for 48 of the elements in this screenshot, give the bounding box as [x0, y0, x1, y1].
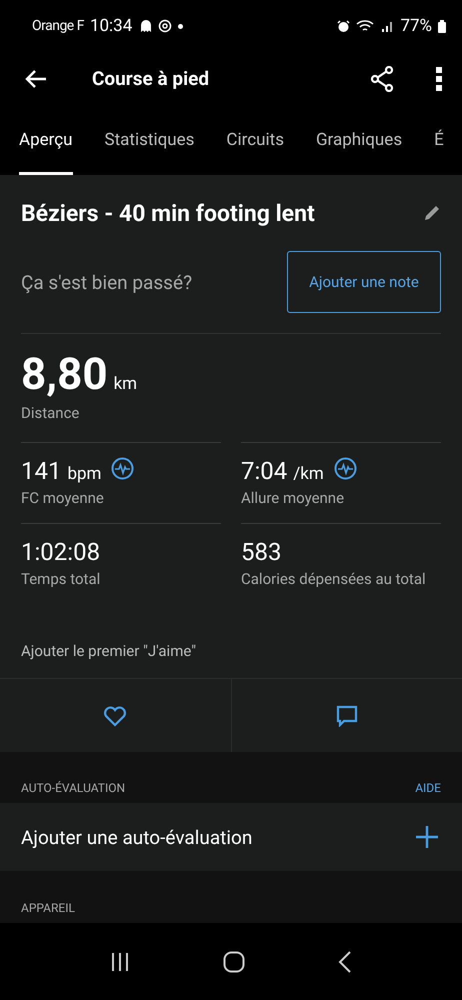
likes-prompt: Ajouter le premier "J'aime": [21, 641, 198, 662]
stat-unit: bpm: [67, 464, 102, 484]
list-item[interactable]: Ajouter une auto-évaluation: [0, 803, 462, 871]
activity-title: Béziers - 40 min footing lent: [21, 200, 315, 226]
stat-value: 583: [241, 538, 282, 566]
alarm-icon: [337, 20, 350, 32]
battery-icon: [438, 20, 446, 32]
stat-label: Calories dépensées au total: [241, 570, 427, 588]
stat-label: FC moyenne: [21, 489, 105, 507]
plus-icon[interactable]: [416, 826, 438, 848]
tab[interactable]: Graphiques: [316, 105, 402, 175]
heartbeat-chart-icon[interactable]: [334, 457, 357, 480]
pencil-icon[interactable]: [423, 204, 441, 222]
distance-value: 8,80: [21, 348, 108, 400]
help-link[interactable]: AIDE: [415, 781, 441, 795]
battery-percent: 77%: [400, 16, 432, 36]
ghost-icon: [140, 19, 152, 33]
add-self-evaluation-label: Ajouter une auto-évaluation: [21, 826, 252, 848]
distance-unit: km: [114, 374, 138, 394]
heartbeat-chart-icon[interactable]: [111, 457, 134, 480]
stat-value: 1:02:08: [21, 538, 100, 566]
stat-unit: /km: [293, 464, 324, 484]
stat-value: 7:04: [241, 457, 288, 485]
tab[interactable]: É: [434, 105, 444, 175]
section-header: APPAREIL: [21, 901, 75, 915]
tab[interactable]: Statistiques: [104, 105, 194, 175]
more-menu-icon[interactable]: [436, 66, 442, 90]
screen-title: Course à pied: [92, 67, 210, 90]
tab[interactable]: Circuits: [226, 105, 284, 175]
back-icon[interactable]: [338, 950, 352, 972]
home-icon[interactable]: [222, 950, 245, 972]
stat-value: 141: [21, 457, 62, 485]
add-note-button[interactable]: Ajouter une note: [287, 251, 441, 313]
share-icon[interactable]: [370, 66, 394, 92]
heart-icon[interactable]: [103, 704, 128, 726]
target-icon: [158, 19, 172, 33]
dot-icon: [178, 24, 184, 28]
note-prompt: Ça s'est bien passé?: [21, 270, 192, 294]
distance-label: Distance: [21, 404, 80, 422]
signal-icon: [382, 20, 394, 32]
clock-time: 10:34: [90, 16, 132, 36]
section-header: AUTO-ÉVALUATION: [21, 781, 126, 795]
stat-label: Temps total: [21, 570, 102, 588]
comment-icon[interactable]: [336, 704, 358, 726]
carrier-name: Orange F: [32, 18, 84, 34]
back-arrow-icon[interactable]: [24, 68, 48, 88]
stat-label: Allure moyenne: [241, 489, 346, 507]
recent-apps-icon[interactable]: [110, 952, 130, 972]
